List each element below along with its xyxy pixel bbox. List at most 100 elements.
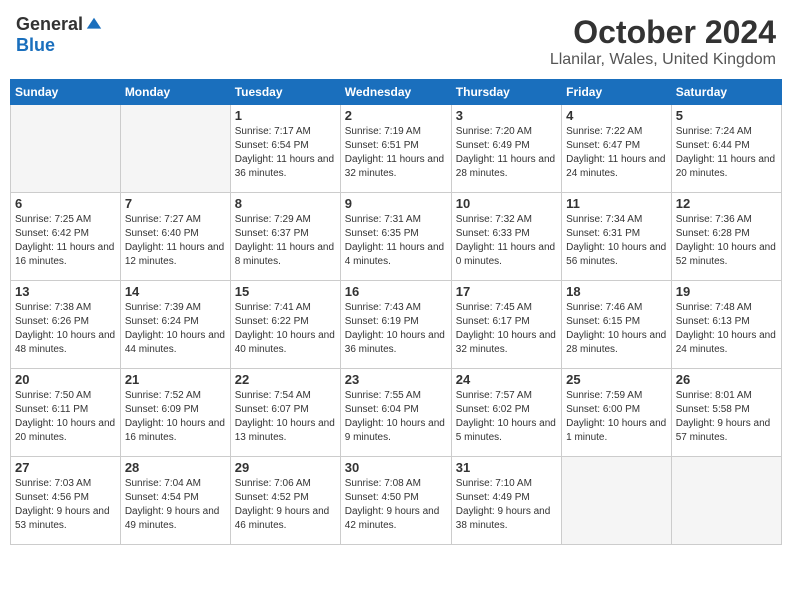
day-number: 15 [235,284,336,299]
day-info: Sunrise: 7:54 AMSunset: 6:07 PMDaylight:… [235,389,336,445]
calendar-cell: 8 Sunrise: 7:29 AMSunset: 6:37 PMDaylight… [230,193,340,281]
page-header: General Blue October 2024 Llanilar, Wale… [10,10,782,73]
weekday-header-wednesday: Wednesday [340,80,451,105]
day-info: Sunrise: 7:34 AMSunset: 6:31 PMDaylight:… [566,213,667,269]
calendar-cell: 25 Sunrise: 7:59 AMSunset: 6:00 PMDayligh… [562,369,672,457]
calendar-cell: 6 Sunrise: 7:25 AMSunset: 6:42 PMDaylight… [11,193,121,281]
calendar-cell: 30 Sunrise: 7:08 AMSunset: 4:50 PMDayligh… [340,457,451,545]
day-info: Sunrise: 7:24 AMSunset: 6:44 PMDaylight:… [676,125,777,181]
day-info: Sunrise: 7:08 AMSunset: 4:50 PMDaylight:… [345,477,447,533]
day-number: 14 [125,284,226,299]
weekday-header-row: SundayMondayTuesdayWednesdayThursdayFrid… [11,80,782,105]
logo-icon [85,16,103,34]
calendar-cell: 4Sunrise: 7:22 AMSunset: 6:47 PMDaylight… [562,105,672,193]
calendar-cell: 13 Sunrise: 7:38 AMSunset: 6:26 PMDayligh… [11,281,121,369]
month-year-title: October 2024 [550,14,776,51]
calendar-cell [11,105,121,193]
calendar-cell: 31Sunrise: 7:10 AMSunset: 4:49 PMDayligh… [451,457,561,545]
weekday-header-thursday: Thursday [451,80,561,105]
day-number: 29 [235,460,336,475]
day-number: 21 [125,372,226,387]
calendar-cell: 12 Sunrise: 7:36 AMSunset: 6:28 PMDayligh… [671,193,781,281]
day-number: 17 [456,284,557,299]
day-info: Sunrise: 7:52 AMSunset: 6:09 PMDaylight:… [125,389,226,445]
day-info: Sunrise: 7:29 AMSunset: 6:37 PMDaylight:… [235,213,336,269]
day-info: Sunrise: 7:59 AMSunset: 6:00 PMDaylight:… [566,389,667,445]
calendar-week-row: 1Sunrise: 7:17 AMSunset: 6:54 PMDaylight… [11,105,782,193]
calendar-cell: 23Sunrise: 7:55 AMSunset: 6:04 PMDayligh… [340,369,451,457]
day-info: Sunrise: 7:45 AMSunset: 6:17 PMDaylight:… [456,301,557,357]
day-info: Sunrise: 7:04 AMSunset: 4:54 PMDaylight:… [125,477,226,533]
calendar-cell: 18 Sunrise: 7:46 AMSunset: 6:15 PMDayligh… [562,281,672,369]
day-number: 25 [566,372,667,387]
logo-general-text: General [16,14,83,35]
day-number: 6 [15,196,116,211]
day-number: 18 [566,284,667,299]
calendar-cell: 19 Sunrise: 7:48 AMSunset: 6:13 PMDayligh… [671,281,781,369]
day-info: Sunrise: 7:36 AMSunset: 6:28 PMDaylight:… [676,213,777,269]
calendar-cell: 11 Sunrise: 7:34 AMSunset: 6:31 PMDayligh… [562,193,672,281]
weekday-header-saturday: Saturday [671,80,781,105]
calendar-cell: 5 Sunrise: 7:24 AMSunset: 6:44 PMDaylight… [671,105,781,193]
day-number: 28 [125,460,226,475]
calendar-week-row: 13 Sunrise: 7:38 AMSunset: 6:26 PMDayligh… [11,281,782,369]
day-info: Sunrise: 7:48 AMSunset: 6:13 PMDaylight:… [676,301,777,357]
day-info: Sunrise: 7:22 AMSunset: 6:47 PMDaylight:… [566,125,667,181]
day-number: 8 [235,196,336,211]
calendar-cell: 9 Sunrise: 7:31 AMSunset: 6:35 PMDaylight… [340,193,451,281]
day-number: 26 [676,372,777,387]
calendar-cell: 3Sunrise: 7:20 AMSunset: 6:49 PMDaylight… [451,105,561,193]
calendar-cell: 26Sunrise: 8:01 AMSunset: 5:58 PMDayligh… [671,369,781,457]
day-number: 11 [566,196,667,211]
calendar-cell [120,105,230,193]
calendar-cell: 7Sunrise: 7:27 AMSunset: 6:40 PMDaylight… [120,193,230,281]
day-number: 16 [345,284,447,299]
day-info: Sunrise: 7:06 AMSunset: 4:52 PMDaylight:… [235,477,336,533]
day-number: 23 [345,372,447,387]
day-number: 22 [235,372,336,387]
calendar-table: SundayMondayTuesdayWednesdayThursdayFrid… [10,79,782,545]
day-number: 13 [15,284,116,299]
calendar-cell: 27 Sunrise: 7:03 AMSunset: 4:56 PMDayligh… [11,457,121,545]
calendar-cell: 20 Sunrise: 7:50 AMSunset: 6:11 PMDayligh… [11,369,121,457]
day-info: Sunrise: 7:32 AMSunset: 6:33 PMDaylight:… [456,213,557,269]
calendar-cell: 2 Sunrise: 7:19 AMSunset: 6:51 PMDaylight… [340,105,451,193]
day-info: Sunrise: 7:50 AMSunset: 6:11 PMDaylight:… [15,389,116,445]
logo: General Blue [16,14,103,56]
day-number: 19 [676,284,777,299]
day-info: Sunrise: 7:03 AMSunset: 4:56 PMDaylight:… [15,477,116,533]
logo-blue-text: Blue [16,35,55,56]
day-number: 20 [15,372,116,387]
day-number: 9 [345,196,447,211]
calendar-cell: 21 Sunrise: 7:52 AMSunset: 6:09 PMDayligh… [120,369,230,457]
day-info: Sunrise: 7:20 AMSunset: 6:49 PMDaylight:… [456,125,557,181]
day-number: 2 [345,108,447,123]
day-number: 27 [15,460,116,475]
day-info: Sunrise: 7:46 AMSunset: 6:15 PMDaylight:… [566,301,667,357]
calendar-cell [562,457,672,545]
location-title: Llanilar, Wales, United Kingdom [550,51,776,69]
day-info: Sunrise: 7:27 AMSunset: 6:40 PMDaylight:… [125,213,226,269]
day-info: Sunrise: 7:38 AMSunset: 6:26 PMDaylight:… [15,301,116,357]
day-info: Sunrise: 7:25 AMSunset: 6:42 PMDaylight:… [15,213,116,269]
calendar-cell: 22 Sunrise: 7:54 AMSunset: 6:07 PMDayligh… [230,369,340,457]
weekday-header-monday: Monday [120,80,230,105]
day-number: 12 [676,196,777,211]
calendar-week-row: 27 Sunrise: 7:03 AMSunset: 4:56 PMDayligh… [11,457,782,545]
weekday-header-friday: Friday [562,80,672,105]
day-number: 30 [345,460,447,475]
calendar-cell: 24Sunrise: 7:57 AMSunset: 6:02 PMDayligh… [451,369,561,457]
day-info: Sunrise: 7:19 AMSunset: 6:51 PMDaylight:… [345,125,447,181]
day-number: 10 [456,196,557,211]
calendar-cell: 28 Sunrise: 7:04 AMSunset: 4:54 PMDayligh… [120,457,230,545]
day-info: Sunrise: 7:31 AMSunset: 6:35 PMDaylight:… [345,213,447,269]
calendar-cell [671,457,781,545]
calendar-cell: 14Sunrise: 7:39 AMSunset: 6:24 PMDayligh… [120,281,230,369]
calendar-cell: 15 Sunrise: 7:41 AMSunset: 6:22 PMDayligh… [230,281,340,369]
day-number: 5 [676,108,777,123]
day-info: Sunrise: 7:41 AMSunset: 6:22 PMDaylight:… [235,301,336,357]
calendar-cell: 10 Sunrise: 7:32 AMSunset: 6:33 PMDayligh… [451,193,561,281]
day-info: Sunrise: 7:43 AMSunset: 6:19 PMDaylight:… [345,301,447,357]
calendar-cell: 1Sunrise: 7:17 AMSunset: 6:54 PMDaylight… [230,105,340,193]
day-info: Sunrise: 7:57 AMSunset: 6:02 PMDaylight:… [456,389,557,445]
